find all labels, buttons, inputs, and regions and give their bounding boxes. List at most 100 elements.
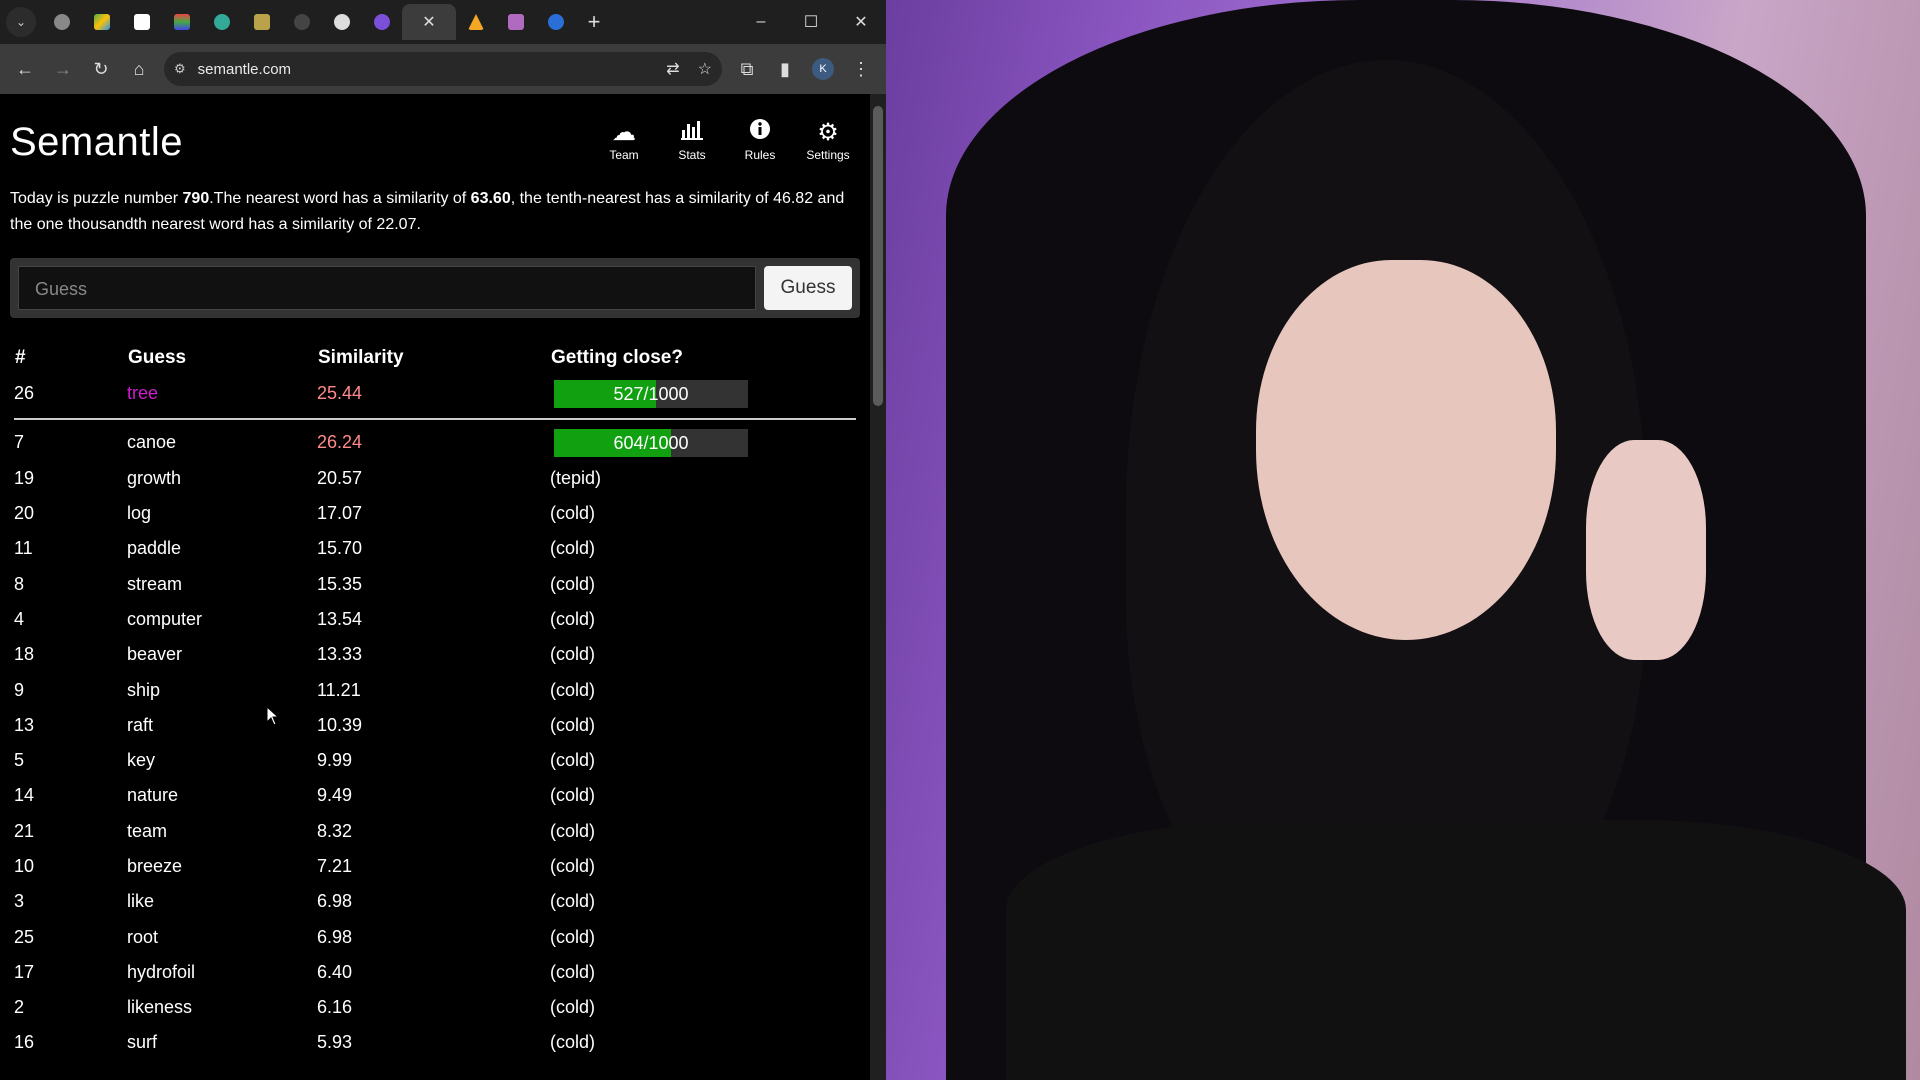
table-row: 20 log 17.07 (cold) xyxy=(14,496,856,531)
row-similarity: 13.54 xyxy=(317,608,363,629)
row-number: 11 xyxy=(14,538,33,559)
row-word: nature xyxy=(127,785,179,806)
guess-input[interactable]: Guess xyxy=(18,266,756,310)
reload-icon[interactable]: ↻ xyxy=(82,50,120,88)
bookmark-star-icon[interactable]: ☆ xyxy=(698,59,712,79)
tab[interactable] xyxy=(282,4,322,40)
translate-icon[interactable]: ⇄ xyxy=(666,59,679,79)
guesses-table: # Guess Similarity Getting close? 26 tre… xyxy=(14,340,856,1061)
header-similarity[interactable]: Similarity xyxy=(317,340,550,376)
tab-search-icon[interactable]: ⌄ xyxy=(6,7,36,37)
tab[interactable] xyxy=(82,4,122,40)
nav-settings[interactable]: ⚙ Settings xyxy=(794,118,862,162)
row-number: 14 xyxy=(14,785,35,806)
row-similarity: 10.39 xyxy=(317,714,363,735)
tab-favicon-icon xyxy=(334,14,350,30)
gear-icon: ⚙ xyxy=(817,119,839,146)
header-guess[interactable]: Guess xyxy=(127,340,317,376)
row-number: 7 xyxy=(14,432,25,453)
row-similarity: 11.21 xyxy=(317,679,361,700)
extensions-icon[interactable]: ⧉ xyxy=(728,50,766,88)
table-row: 8 stream 15.35 (cold) xyxy=(14,566,856,601)
tab[interactable] xyxy=(496,4,536,40)
tab[interactable] xyxy=(242,4,282,40)
tab-active[interactable]: ✕ xyxy=(402,4,456,40)
tab[interactable] xyxy=(536,4,576,40)
tab[interactable] xyxy=(42,4,82,40)
row-word: raft xyxy=(127,714,154,735)
intro-text-1: Today is puzzle number xyxy=(10,190,183,207)
latest-word: tree xyxy=(127,383,159,404)
row-similarity: 8.32 xyxy=(317,820,353,841)
maximize-icon[interactable]: ☐ xyxy=(786,12,836,32)
menu-icon[interactable]: ⋮ xyxy=(842,50,880,88)
tab[interactable] xyxy=(162,4,202,40)
table-header-row: # Guess Similarity Getting close? xyxy=(14,340,856,376)
row-closeness: (cold) xyxy=(550,573,596,594)
semantle-page: Semantle ☁ Team Stats Rules ⚙ Settings T… xyxy=(0,94,870,1080)
row-number: 9 xyxy=(14,679,25,700)
new-tab-icon[interactable]: + xyxy=(576,9,612,35)
row-word: root xyxy=(127,926,159,947)
row-similarity: 6.98 xyxy=(317,926,353,947)
close-tab-icon[interactable]: ✕ xyxy=(422,12,435,32)
row-number: 10 xyxy=(14,856,35,876)
forward-icon[interactable]: → xyxy=(44,50,82,88)
tab[interactable] xyxy=(322,4,362,40)
row-similarity: 5.93 xyxy=(317,1032,353,1053)
app-logo[interactable]: Semantle xyxy=(10,120,183,165)
row-similarity: 26.24 xyxy=(317,432,363,453)
row-closeness: (cold) xyxy=(550,538,596,559)
tab-favicon-icon xyxy=(214,14,230,30)
table-row: 3 like 6.98 (cold) xyxy=(14,884,856,919)
tab[interactable] xyxy=(456,4,496,40)
row-similarity: 15.35 xyxy=(317,573,363,594)
back-icon[interactable]: ← xyxy=(6,50,44,88)
row-number: 4 xyxy=(14,608,25,629)
nav-team[interactable]: ☁ Team xyxy=(590,118,658,162)
row-number: 5 xyxy=(14,750,25,771)
side-panel-icon[interactable]: ▮ xyxy=(766,50,804,88)
header-number[interactable]: # xyxy=(14,340,127,376)
tab-favicon-icon xyxy=(54,14,70,30)
table-row: 10 breeze 7.21 (cold) xyxy=(14,849,856,884)
row-word: log xyxy=(127,503,152,524)
nav-stats[interactable]: Stats xyxy=(658,118,726,162)
nav-rules[interactable]: Rules xyxy=(726,118,794,162)
page-scrollbar[interactable] xyxy=(870,94,886,1080)
guess-form: Guess Guess xyxy=(10,258,860,318)
close-window-icon[interactable]: ✕ xyxy=(836,12,886,32)
row-word: likeness xyxy=(127,997,193,1018)
row-similarity: 6.98 xyxy=(317,891,353,912)
row-closeness: (cold) xyxy=(550,1032,596,1053)
guess-button[interactable]: Guess xyxy=(764,266,852,310)
minimize-icon[interactable]: – xyxy=(736,13,786,31)
header-getting-close[interactable]: Getting close? xyxy=(550,340,856,376)
row-closeness: (cold) xyxy=(550,820,596,841)
home-icon[interactable]: ⌂ xyxy=(120,50,158,88)
table-row: 5 key 9.99 (cold) xyxy=(14,743,856,778)
browser-toolbar: ← → ↻ ⌂ ⚙ semantle.com ⇄ ☆ ⧉ ▮ K ⋮ xyxy=(0,44,886,94)
table-row: 19 growth 20.57 (tepid) xyxy=(14,461,856,496)
table-row: 21 team 8.32 (cold) xyxy=(14,814,856,849)
webcam-face xyxy=(1256,260,1556,640)
tab[interactable] xyxy=(122,4,162,40)
browser-window: ⌄ ✕ + – ☐ ✕ ← → ↻ ⌂ ⚙ semantle.com ⇄ ☆ ⧉ xyxy=(0,0,886,1080)
tab[interactable] xyxy=(362,4,402,40)
progress-bar: 527/1000 xyxy=(554,379,748,408)
site-info-icon[interactable]: ⚙ xyxy=(174,61,186,77)
tab[interactable] xyxy=(202,4,242,40)
scrollbar-thumb[interactable] xyxy=(873,106,883,406)
row-similarity: 7.21 xyxy=(317,856,353,876)
row-similarity: 9.49 xyxy=(317,785,353,806)
row-closeness: 604/1000 xyxy=(550,425,856,460)
tab-favicon-icon xyxy=(508,14,524,30)
row-closeness: (cold) xyxy=(550,644,596,665)
row-word: beaver xyxy=(127,644,183,665)
profile-avatar[interactable]: K xyxy=(804,50,842,88)
address-bar[interactable]: ⚙ semantle.com ⇄ ☆ xyxy=(164,52,722,86)
url-text[interactable]: semantle.com xyxy=(198,61,649,78)
row-number: 19 xyxy=(14,467,35,488)
profile-initial: K xyxy=(812,58,834,80)
row-word: computer xyxy=(127,608,203,629)
